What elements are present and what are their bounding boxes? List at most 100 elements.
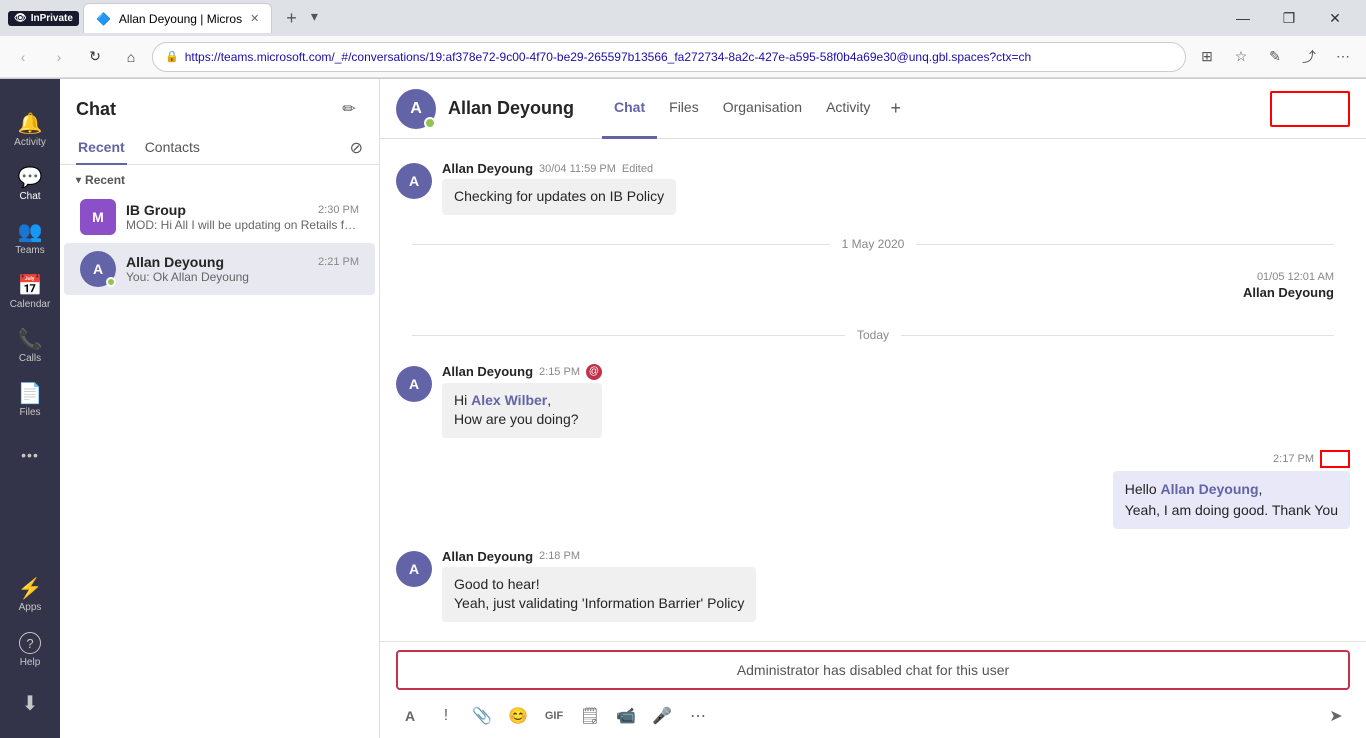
back-button[interactable]: ‹ [8, 42, 38, 72]
gif-button[interactable]: GIF [540, 702, 568, 730]
minimize-button[interactable]: — [1220, 0, 1266, 36]
chat-filter-area: ⊘ [350, 131, 363, 164]
chat-item-ib-group[interactable]: M IB Group 2:30 PM MOD: Hi All I will be… [64, 191, 375, 243]
teams-icon: 👥 [18, 222, 43, 242]
download-icon: ⬇ [22, 694, 39, 714]
sidebar-item-apps[interactable]: ⚡ Apps [4, 570, 56, 622]
msg-hi-meta: Allan Deyoung 2:15 PM @ [442, 364, 602, 380]
tab-activity-main[interactable]: Activity [814, 79, 882, 139]
attach-button[interactable]: 📎 [468, 702, 496, 730]
left-rail: Microsoft Teams 🔔 Activity 💬 Chat 👥 Team… [0, 79, 60, 738]
contact-avatar-text: A [410, 100, 422, 118]
contact-avatar: A [396, 89, 436, 129]
msg-good-content: Allan Deyoung 2:18 PM Good to hear! Yeah… [442, 549, 756, 622]
priority-button[interactable]: ! [432, 702, 460, 730]
sidebar-item-teams[interactable]: 👥 Teams [4, 213, 56, 265]
outgoing-hello-time-row: 2:17 PM [1273, 450, 1350, 468]
hi-text-2: , [547, 392, 551, 408]
calendar-icon: 📅 [18, 276, 43, 296]
sidebar-item-activity[interactable]: 🔔 Activity [4, 105, 56, 157]
sticker-button[interactable]: 🗒 [576, 702, 604, 730]
address-bar[interactable]: 🔒 https://teams.microsoft.com/_#/convers… [152, 42, 1186, 72]
tab-organisation-main[interactable]: Organisation [711, 79, 814, 139]
favorites-button[interactable]: ☆ [1226, 42, 1256, 72]
ib-group-info-top: IB Group 2:30 PM [126, 202, 359, 218]
send-button[interactable]: ➤ [1322, 702, 1350, 730]
refresh-button[interactable]: ↻ [80, 42, 110, 72]
chat-list: ▾ Recent M IB Group 2:30 PM MOD: Hi All … [60, 165, 379, 738]
chat-item-allan-deyoung[interactable]: A Allan Deyoung 2:21 PM You: Ok Allan De… [64, 243, 375, 295]
chat-main-tabs: Chat Files Organisation Activity + [602, 79, 909, 139]
inprivate-badge: 👁 InPrivate [8, 11, 79, 26]
chat-tabs: Recent Contacts ⊘ [60, 131, 379, 165]
pen-button[interactable]: ✎ [1260, 42, 1290, 72]
window-controls: — ❐ ✕ [1220, 0, 1358, 36]
forward-button[interactable]: › [44, 42, 74, 72]
disabled-chat-notice: Administrator has disabled chat for this… [396, 650, 1350, 690]
msg1-sender: Allan Deyoung [442, 161, 533, 176]
address-text: https://teams.microsoft.com/_#/conversat… [185, 50, 1173, 64]
date-divider-today: Today [380, 328, 1366, 342]
messages-area[interactable]: A Allan Deyoung 30/04 11:59 PM Edited Ch… [380, 139, 1366, 641]
msg1-content: Allan Deyoung 30/04 11:59 PM Edited Chec… [442, 161, 676, 215]
msg1-meta: Allan Deyoung 30/04 11:59 PM Edited [442, 161, 676, 176]
emoji-button[interactable]: 😊 [504, 702, 532, 730]
home-button[interactable]: ⌂ [116, 42, 146, 72]
teams-logo-text: Microsoft Teams [0, 87, 60, 103]
audio-button[interactable]: 🎤 [648, 702, 676, 730]
sidebar-item-more[interactable]: ••• [4, 429, 56, 481]
message-row-1: A Allan Deyoung 30/04 11:59 PM Edited Ch… [380, 155, 1366, 221]
recent-text: Recent [85, 173, 125, 187]
tab-files-main[interactable]: Files [657, 79, 711, 139]
disabled-message-text: Administrator has disabled chat for this… [737, 662, 1009, 678]
msg1-time: 30/04 11:59 PM [539, 163, 616, 175]
files-label: Files [19, 407, 40, 418]
sidebar-item-files[interactable]: 📄 Files [4, 375, 56, 427]
msg-good-time: 2:18 PM [539, 550, 580, 562]
browser-tab[interactable]: 🔷 Allan Deyoung | Micros ✕ [83, 3, 272, 33]
add-tab-button[interactable]: + [882, 79, 909, 139]
nav-extra-buttons: ⊞ ☆ ✎ ⤴ ⋯ [1192, 42, 1358, 72]
sidebar-item-download[interactable]: ⬇ [4, 678, 56, 730]
allan-deyoung-preview: You: Ok Allan Deyoung [126, 270, 359, 284]
contact-presence [424, 117, 436, 129]
msg1-bubble: Checking for updates on IB Policy [442, 179, 676, 215]
sidebar-item-chat[interactable]: 💬 Chat [4, 159, 56, 211]
tab-dropdown-button[interactable]: ▾ [307, 8, 322, 29]
outgoing-hello-bubble: Hello Allan Deyoung, Yeah, I am doing go… [1113, 471, 1350, 529]
format-button[interactable]: A [396, 702, 424, 730]
header-highlight-box [1270, 91, 1350, 127]
tab-close-button[interactable]: ✕ [250, 12, 259, 25]
hello-mention: Allan Deyoung [1161, 481, 1259, 497]
recent-chevron-icon: ▾ [76, 175, 81, 186]
close-button[interactable]: ✕ [1312, 0, 1358, 36]
filter-button[interactable]: ⊘ [350, 138, 363, 158]
split-view-button[interactable]: ⊞ [1192, 42, 1222, 72]
msg1-avatar: A [396, 163, 432, 199]
new-chat-button[interactable]: ✏ [335, 95, 363, 123]
outgoing-hello-highlight-box [1320, 450, 1350, 468]
tab-title: Allan Deyoung | Micros [119, 12, 242, 26]
tab-chat-main[interactable]: Chat [602, 79, 657, 139]
new-tab-button[interactable]: + [280, 8, 303, 29]
apps-icon: ⚡ [18, 579, 43, 599]
toolbar-more-button[interactable]: ⋯ [684, 702, 712, 730]
share-button[interactable]: ⤴ [1294, 42, 1324, 72]
meet-button[interactable]: 📹 [612, 702, 640, 730]
maximize-button[interactable]: ❐ [1266, 0, 1312, 36]
chat-panel-title: Chat [76, 99, 116, 120]
sidebar-item-help[interactable]: ? Help [4, 624, 56, 676]
tab-recent[interactable]: Recent [76, 131, 127, 165]
msg-good-text1: Good to hear! [454, 576, 540, 592]
hi-text-3: How are you doing? [454, 411, 579, 427]
activity-label: Activity [14, 137, 46, 148]
sidebar-item-calls[interactable]: 📞 Calls [4, 321, 56, 373]
msg-good-avatar: A [396, 551, 432, 587]
ib-group-time: 2:30 PM [318, 204, 359, 216]
tab-contacts[interactable]: Contacts [143, 131, 202, 165]
browser-nav: ‹ › ↻ ⌂ 🔒 https://teams.microsoft.com/_#… [0, 36, 1366, 78]
date-divider-1: 1 May 2020 [380, 237, 1366, 251]
sidebar-item-calendar[interactable]: 📅 Calendar [4, 267, 56, 319]
outgoing-hello-time: 2:17 PM [1273, 453, 1314, 465]
more-options-button[interactable]: ⋯ [1328, 42, 1358, 72]
